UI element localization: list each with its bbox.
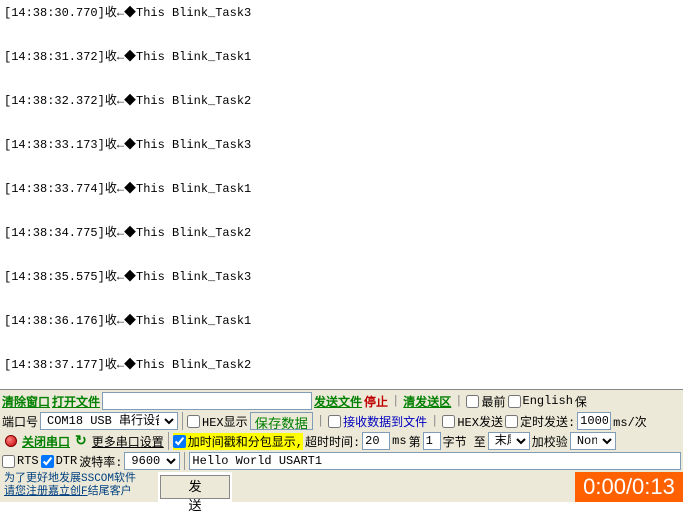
english-checkbox[interactable]: English bbox=[508, 394, 573, 408]
register-link[interactable]: 请您注册嘉立创F bbox=[4, 486, 88, 498]
footer-promo: 为了更好地发展SSCOM软件 请您注册嘉立创F结尾客户 bbox=[0, 472, 158, 502]
footer-bar: 为了更好地发展SSCOM软件 请您注册嘉立创F结尾客户 发 送 0:00/0:1… bbox=[0, 472, 683, 502]
timestamp-checkbox[interactable]: 加时间戳和分包显示, bbox=[173, 433, 303, 450]
timed-send-checkbox[interactable]: 定时发送: bbox=[505, 413, 575, 430]
topmost-checkbox[interactable]: 最前 bbox=[466, 393, 505, 410]
separator: | bbox=[455, 394, 462, 408]
stop-link[interactable]: 停止 bbox=[364, 393, 388, 410]
save-data-button[interactable]: 保存数据 bbox=[250, 412, 313, 430]
ms-label: ms bbox=[392, 434, 406, 448]
add-crc-label: 加校验 bbox=[532, 433, 568, 450]
send-file-link[interactable]: 发送文件 bbox=[314, 393, 362, 410]
byte-from-input[interactable] bbox=[423, 432, 441, 450]
clear-window-link[interactable]: 清除窗口 bbox=[2, 393, 50, 410]
send-button[interactable]: 发 送 bbox=[160, 475, 230, 499]
port-label: 端口号 bbox=[2, 413, 38, 430]
save-cfg-label[interactable]: 保 bbox=[575, 393, 587, 410]
refresh-icon[interactable]: ↻ bbox=[75, 433, 87, 450]
record-icon[interactable] bbox=[5, 435, 17, 447]
toolbar-row-1: 清除窗口 打开文件 发送文件 停止 | 清发送区 | 最前 English 保 bbox=[2, 391, 681, 411]
ms-per-label: ms/次 bbox=[613, 413, 647, 430]
hex-send-checkbox[interactable]: HEX发送 bbox=[442, 413, 503, 430]
separator: | bbox=[392, 394, 399, 408]
more-settings-link[interactable]: 更多串口设置 bbox=[92, 433, 164, 450]
timeout-input[interactable] bbox=[362, 432, 390, 450]
control-panel: 清除窗口 打开文件 发送文件 停止 | 清发送区 | 最前 English 保 … bbox=[0, 389, 683, 472]
hex-display-checkbox[interactable]: HEX显示 bbox=[187, 413, 248, 430]
file-path-input[interactable] bbox=[102, 392, 312, 410]
byte-end-select[interactable]: 末尾 bbox=[488, 432, 530, 450]
toolbar-row-3: 关闭串口 ↻ 更多串口设置 加时间戳和分包显示, 超时时间: ms 第 字节 至… bbox=[2, 431, 681, 451]
timeout-label: 超时时间: bbox=[305, 433, 360, 450]
recv-to-file-checkbox[interactable]: 接收数据到文件 bbox=[328, 413, 427, 430]
di-label: 第 bbox=[409, 433, 421, 450]
crc-select[interactable]: None bbox=[570, 432, 616, 450]
close-port-link[interactable]: 关闭串口 bbox=[22, 433, 70, 450]
receive-log[interactable]: [14:38:30.770]收←◆This Blink_Task3 [14:38… bbox=[0, 0, 683, 389]
dtr-checkbox[interactable]: DTR bbox=[41, 454, 78, 468]
rts-checkbox[interactable]: RTS bbox=[2, 454, 39, 468]
byte-to-label: 字节 至 bbox=[443, 433, 486, 450]
open-file-link[interactable]: 打开文件 bbox=[52, 393, 100, 410]
baud-label: 波特率: bbox=[79, 453, 122, 470]
clear-send-link[interactable]: 清发送区 bbox=[403, 393, 451, 410]
timed-interval-input[interactable] bbox=[577, 412, 611, 430]
toolbar-row-2: 端口号 COM18 USB 串行设备 HEX显示 保存数据 | 接收数据到文件 … bbox=[2, 411, 681, 431]
baud-select[interactable]: 9600 bbox=[124, 452, 180, 470]
send-message-input[interactable] bbox=[189, 452, 681, 470]
timer-display: 0:00/0:13 bbox=[575, 472, 683, 502]
toolbar-row-4: RTS DTR 波特率: 9600 bbox=[2, 451, 681, 471]
port-select[interactable]: COM18 USB 串行设备 bbox=[40, 412, 178, 430]
